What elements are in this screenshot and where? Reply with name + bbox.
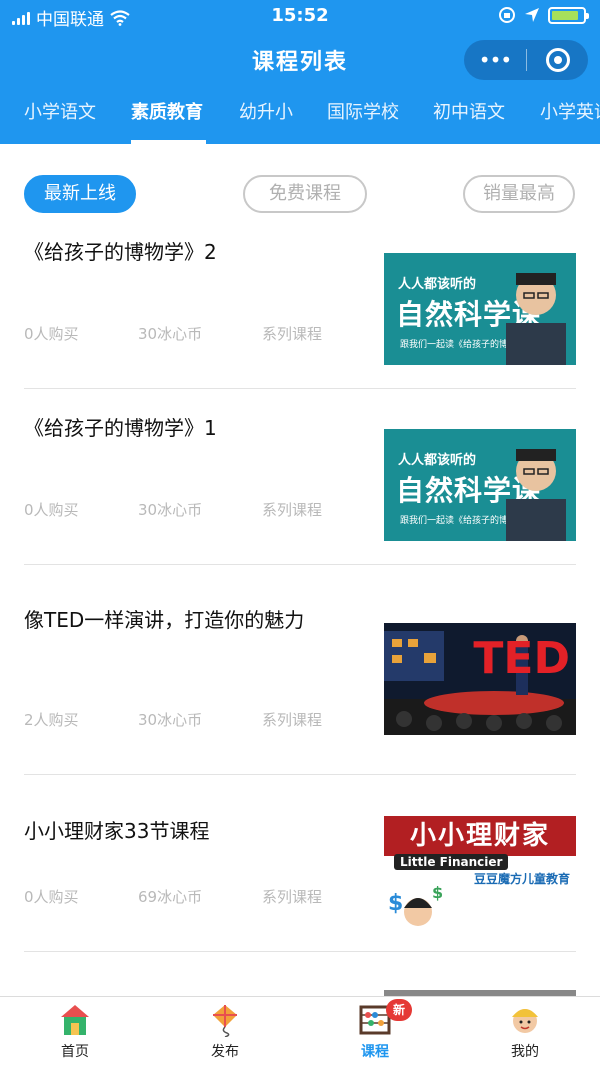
course-thumbnail: TED xyxy=(384,623,576,735)
course-purchases: 0人购买 xyxy=(24,325,79,343)
course-item[interactable]: 《给孩子的博物学》2 0人购买 30冰心币 系列课程 人人都该听的 自然科学课 … xyxy=(24,213,576,389)
new-badge: 新 xyxy=(386,999,412,1021)
course-title: 《给孩子的博物学》2 xyxy=(24,240,217,264)
course-type: 系列课程 xyxy=(262,888,323,906)
thumb-line-1: 小小理财家 xyxy=(384,816,576,856)
close-button[interactable] xyxy=(527,48,588,72)
tab-primary-english[interactable]: 小学英语 xyxy=(540,98,600,124)
course-price: 30冰心币 xyxy=(138,501,203,519)
course-price: 69冰心币 xyxy=(138,888,203,906)
home-icon xyxy=(61,1005,89,1035)
course-price: 30冰心币 xyxy=(138,325,203,343)
category-tabs: 小学语文 素质教育 幼升小 国际学校 初中语文 小学英语 xyxy=(0,84,600,144)
course-purchases: 0人购买 xyxy=(24,888,79,906)
nav-home-label: 首页 xyxy=(61,1044,89,1060)
teacher-portrait-icon xyxy=(506,273,566,365)
svg-text:$: $ xyxy=(388,891,403,916)
nav-home[interactable]: 首页 xyxy=(0,997,150,1067)
course-item[interactable]: 小小理财家33节课程 0人购买 69冰心币 系列课程 小小理财家 Little … xyxy=(24,776,576,952)
nav-publish[interactable]: 发布 xyxy=(150,997,300,1067)
nav-courses-label: 课程 xyxy=(361,1044,389,1060)
kite-icon xyxy=(213,1005,237,1037)
course-type: 系列课程 xyxy=(262,711,323,729)
filter-best-selling[interactable]: 销量最高 xyxy=(463,175,575,213)
course-thumbnail: 小小理财家 Little Financier 豆豆魔方儿童教育 $ $ xyxy=(384,816,576,928)
course-price: 30冰心币 xyxy=(138,711,203,729)
child-face-icon: $ $ xyxy=(388,883,443,926)
location-icon xyxy=(525,8,539,22)
bottom-nav: 首页 发布 新 课程 我的 xyxy=(0,996,600,1066)
close-target-icon xyxy=(545,48,570,72)
course-title: 小小理财家33节课程 xyxy=(24,819,210,843)
rotation-lock-icon xyxy=(499,7,515,23)
active-tab-indicator xyxy=(131,140,206,144)
course-title: 《给孩子的博物学》1 xyxy=(24,416,217,440)
course-thumbnail: 人人都该听的 自然科学课 跟我们一起读《给孩子的博物学》 xyxy=(384,429,576,541)
avatar-icon xyxy=(512,1009,538,1033)
thumb-line-1: 人人都该听的 xyxy=(398,453,477,468)
more-button[interactable]: ••• xyxy=(464,40,526,80)
nav-publish-label: 发布 xyxy=(211,1044,239,1060)
thumb-line-3: 豆豆魔方儿童教育 xyxy=(473,872,570,886)
course-item[interactable]: 像TED一样演讲，打造你的魅力 2人购买 30冰心币 系列课程 TED xyxy=(24,565,576,775)
battery-icon xyxy=(548,6,589,24)
thumb-line-2: Little Financier xyxy=(394,854,509,870)
course-item[interactable]: 《给孩子的博物学》1 0人购买 30冰心币 系列课程 人人都该听的 自然科学课 … xyxy=(24,389,576,565)
filter-free[interactable]: 免费课程 xyxy=(243,175,367,213)
course-title: 像TED一样演讲，打造你的魅力 xyxy=(24,608,305,632)
svg-text:$: $ xyxy=(432,883,443,902)
header: 中国联通 15:52 课程列表 ••• 小学语文 素质教育 幼升小 国际学校 初… xyxy=(0,0,600,144)
nav-mine-label: 我的 xyxy=(511,1044,539,1060)
course-purchases: 0人购买 xyxy=(24,501,79,519)
tab-international-school[interactable]: 国际学校 xyxy=(327,98,399,124)
course-type: 系列课程 xyxy=(262,501,323,519)
course-thumbnail: 人人都该听的 自然科学课 跟我们一起读《给孩子的博物学》 xyxy=(384,253,576,365)
course-purchases: 2人购买 xyxy=(24,711,79,729)
status-bar: 中国联通 15:52 xyxy=(0,0,600,32)
thumb-line-1: TED xyxy=(473,633,570,684)
title-bar: 课程列表 ••• xyxy=(0,36,600,82)
tab-junior-chinese[interactable]: 初中语文 xyxy=(433,98,505,124)
tab-kindergarten-to-primary[interactable]: 幼升小 xyxy=(239,98,293,124)
filter-bar: 最新上线 免费课程 销量最高 xyxy=(0,175,600,215)
tab-quality-education[interactable]: 素质教育 xyxy=(131,98,203,124)
filter-newest[interactable]: 最新上线 xyxy=(24,175,136,213)
tab-primary-chinese[interactable]: 小学语文 xyxy=(24,98,96,124)
teacher-portrait-icon xyxy=(506,449,566,541)
course-type: 系列课程 xyxy=(262,325,323,343)
nav-mine[interactable]: 我的 xyxy=(450,997,600,1067)
mini-program-capsule: ••• xyxy=(464,40,588,80)
nav-courses[interactable]: 新 课程 xyxy=(300,997,450,1067)
thumb-line-1: 人人都该听的 xyxy=(398,277,477,292)
